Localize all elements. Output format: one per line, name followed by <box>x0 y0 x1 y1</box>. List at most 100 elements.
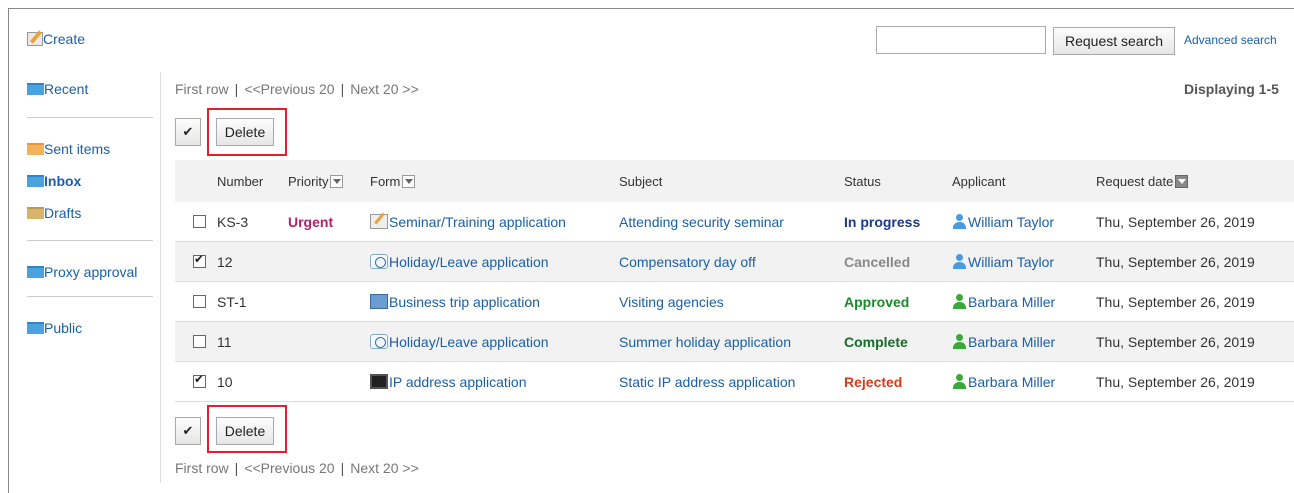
sidebar-item-inbox[interactable]: Inbox <box>27 173 81 189</box>
row-checkbox-cell <box>193 362 206 401</box>
request-search-button[interactable]: Request search <box>1053 27 1175 55</box>
sidebar-separator <box>160 72 161 483</box>
pager-first[interactable]: First row <box>175 460 229 476</box>
row-form[interactable]: Seminar/Training application <box>370 202 566 241</box>
sidebar-item-recent[interactable]: Recent <box>27 81 88 97</box>
sidebar-item-proxy-approval[interactable]: Proxy approval <box>27 264 137 280</box>
folder-icon <box>27 175 44 187</box>
table-header: Number Priority Form Subject Status Appl… <box>175 160 1294 202</box>
user-icon <box>952 214 966 229</box>
search-input[interactable] <box>876 26 1046 54</box>
sidebar-item-public[interactable]: Public <box>27 320 82 336</box>
pager-bottom: First row | <<Previous 20 | Next 20 >> <box>175 460 419 476</box>
user-icon <box>952 334 966 349</box>
row-request-date: Thu, September 26, 2019 <box>1096 293 1255 310</box>
row-applicant-link[interactable]: Barbara Miller <box>968 374 1055 390</box>
row-checkbox[interactable] <box>193 372 206 388</box>
user-icon <box>952 254 966 269</box>
row-subject-link[interactable]: Static IP address application <box>619 362 795 401</box>
row-status: Approved <box>844 293 910 310</box>
folder-icon <box>27 143 44 155</box>
sidebar-divider <box>27 296 153 297</box>
row-number: 11 <box>217 333 232 350</box>
sidebar-divider <box>27 117 153 118</box>
row-applicant[interactable]: William Taylor <box>952 202 1054 241</box>
displaying-count: Displaying 1-5 <box>1184 81 1279 97</box>
sidebar-item-label: Inbox <box>44 173 82 189</box>
row-checkbox[interactable] <box>193 295 206 308</box>
monitor-icon <box>370 374 388 389</box>
row-form[interactable]: IP address application <box>370 362 527 401</box>
row-checkbox[interactable] <box>193 215 206 228</box>
sidebar-item-sent-items[interactable]: Sent items <box>27 141 110 157</box>
pager-next[interactable]: Next 20 >> <box>350 460 419 476</box>
pager-first[interactable]: First row <box>175 81 229 97</box>
row-checkbox-cell <box>193 322 206 361</box>
row-form-link[interactable]: Seminar/Training application <box>389 214 566 230</box>
col-request-date[interactable]: Request date <box>1096 160 1189 202</box>
requests-table: Number Priority Form Subject Status Appl… <box>175 160 1294 402</box>
col-status: Status <box>844 173 881 189</box>
pencil-icon <box>370 214 388 229</box>
row-form[interactable]: Business trip application <box>370 282 540 321</box>
sort-dropdown-icon[interactable] <box>402 174 416 188</box>
row-number: 10 <box>217 373 233 390</box>
row-status: In progress <box>844 213 921 230</box>
sidebar-item-label: Public <box>44 320 83 336</box>
check-all-button-bottom[interactable]: ✔ <box>175 417 201 445</box>
col-priority[interactable]: Priority <box>288 160 344 202</box>
pager-prev[interactable]: <<Previous 20 <box>244 81 334 97</box>
row-form-link[interactable]: Holiday/Leave application <box>389 334 549 350</box>
col-priority-label: Priority <box>288 173 329 189</box>
row-form-link[interactable]: Business trip application <box>389 294 540 310</box>
table-row: KS-3 Urgent Seminar/Training application At… <box>175 202 1294 242</box>
row-status: Rejected <box>844 373 903 390</box>
advanced-search-link[interactable]: Advanced search <box>1184 33 1277 47</box>
col-form-label: Form <box>370 173 401 189</box>
row-checkbox-cell <box>193 282 206 321</box>
row-request-date: Thu, September 26, 2019 <box>1096 253 1255 270</box>
sidebar-item-label: Drafts <box>44 205 82 221</box>
row-subject-link[interactable]: Attending security seminar <box>619 202 784 241</box>
clock-icon <box>370 334 388 349</box>
create-label[interactable]: Create <box>43 31 85 47</box>
row-request-date: Thu, September 26, 2019 <box>1096 373 1255 390</box>
sidebar-item-label: Proxy approval <box>44 264 138 280</box>
row-form[interactable]: Holiday/Leave application <box>370 322 549 361</box>
sort-dropdown-icon[interactable] <box>330 174 344 188</box>
user-icon <box>952 294 966 309</box>
col-subject: Subject <box>619 173 663 189</box>
row-checkbox[interactable] <box>193 252 206 268</box>
folder-icon <box>27 83 44 95</box>
row-form[interactable]: Holiday/Leave application <box>370 242 549 281</box>
row-request-date: Thu, September 26, 2019 <box>1096 213 1255 230</box>
col-request-date-label: Request date <box>1096 173 1174 189</box>
table-row: 11 Holiday/Leave application Summer holida… <box>175 322 1294 362</box>
row-subject-link[interactable]: Visiting agencies <box>619 282 724 321</box>
pager-next[interactable]: Next 20 >> <box>350 81 419 97</box>
row-applicant-link[interactable]: William Taylor <box>968 214 1054 230</box>
check-all-button[interactable]: ✔ <box>175 118 201 146</box>
pager-prev[interactable]: <<Previous 20 <box>244 460 334 476</box>
create-link[interactable]: Create <box>27 31 85 47</box>
pager-sep: | <box>340 81 345 97</box>
row-subject-link[interactable]: Summer holiday application <box>619 322 791 361</box>
row-checkbox[interactable] <box>193 335 206 348</box>
pager-sep: | <box>234 81 239 97</box>
row-applicant[interactable]: Barbara Miller <box>952 322 1055 361</box>
row-subject-link[interactable]: Compensatory day off <box>619 242 756 281</box>
row-applicant-link[interactable]: Barbara Miller <box>968 294 1055 310</box>
col-form[interactable]: Form <box>370 160 416 202</box>
train-icon <box>370 294 388 309</box>
row-status: Cancelled <box>844 253 911 270</box>
row-applicant-link[interactable]: Barbara Miller <box>968 334 1055 350</box>
row-applicant[interactable]: William Taylor <box>952 242 1054 281</box>
row-applicant[interactable]: Barbara Miller <box>952 282 1055 321</box>
row-form-link[interactable]: IP address application <box>389 374 527 390</box>
row-applicant-link[interactable]: William Taylor <box>968 254 1054 270</box>
folder-icon <box>27 322 44 334</box>
row-applicant[interactable]: Barbara Miller <box>952 362 1055 401</box>
sort-desc-icon[interactable] <box>1175 174 1189 188</box>
row-form-link[interactable]: Holiday/Leave application <box>389 254 549 270</box>
sidebar-item-drafts[interactable]: Drafts <box>27 205 81 221</box>
